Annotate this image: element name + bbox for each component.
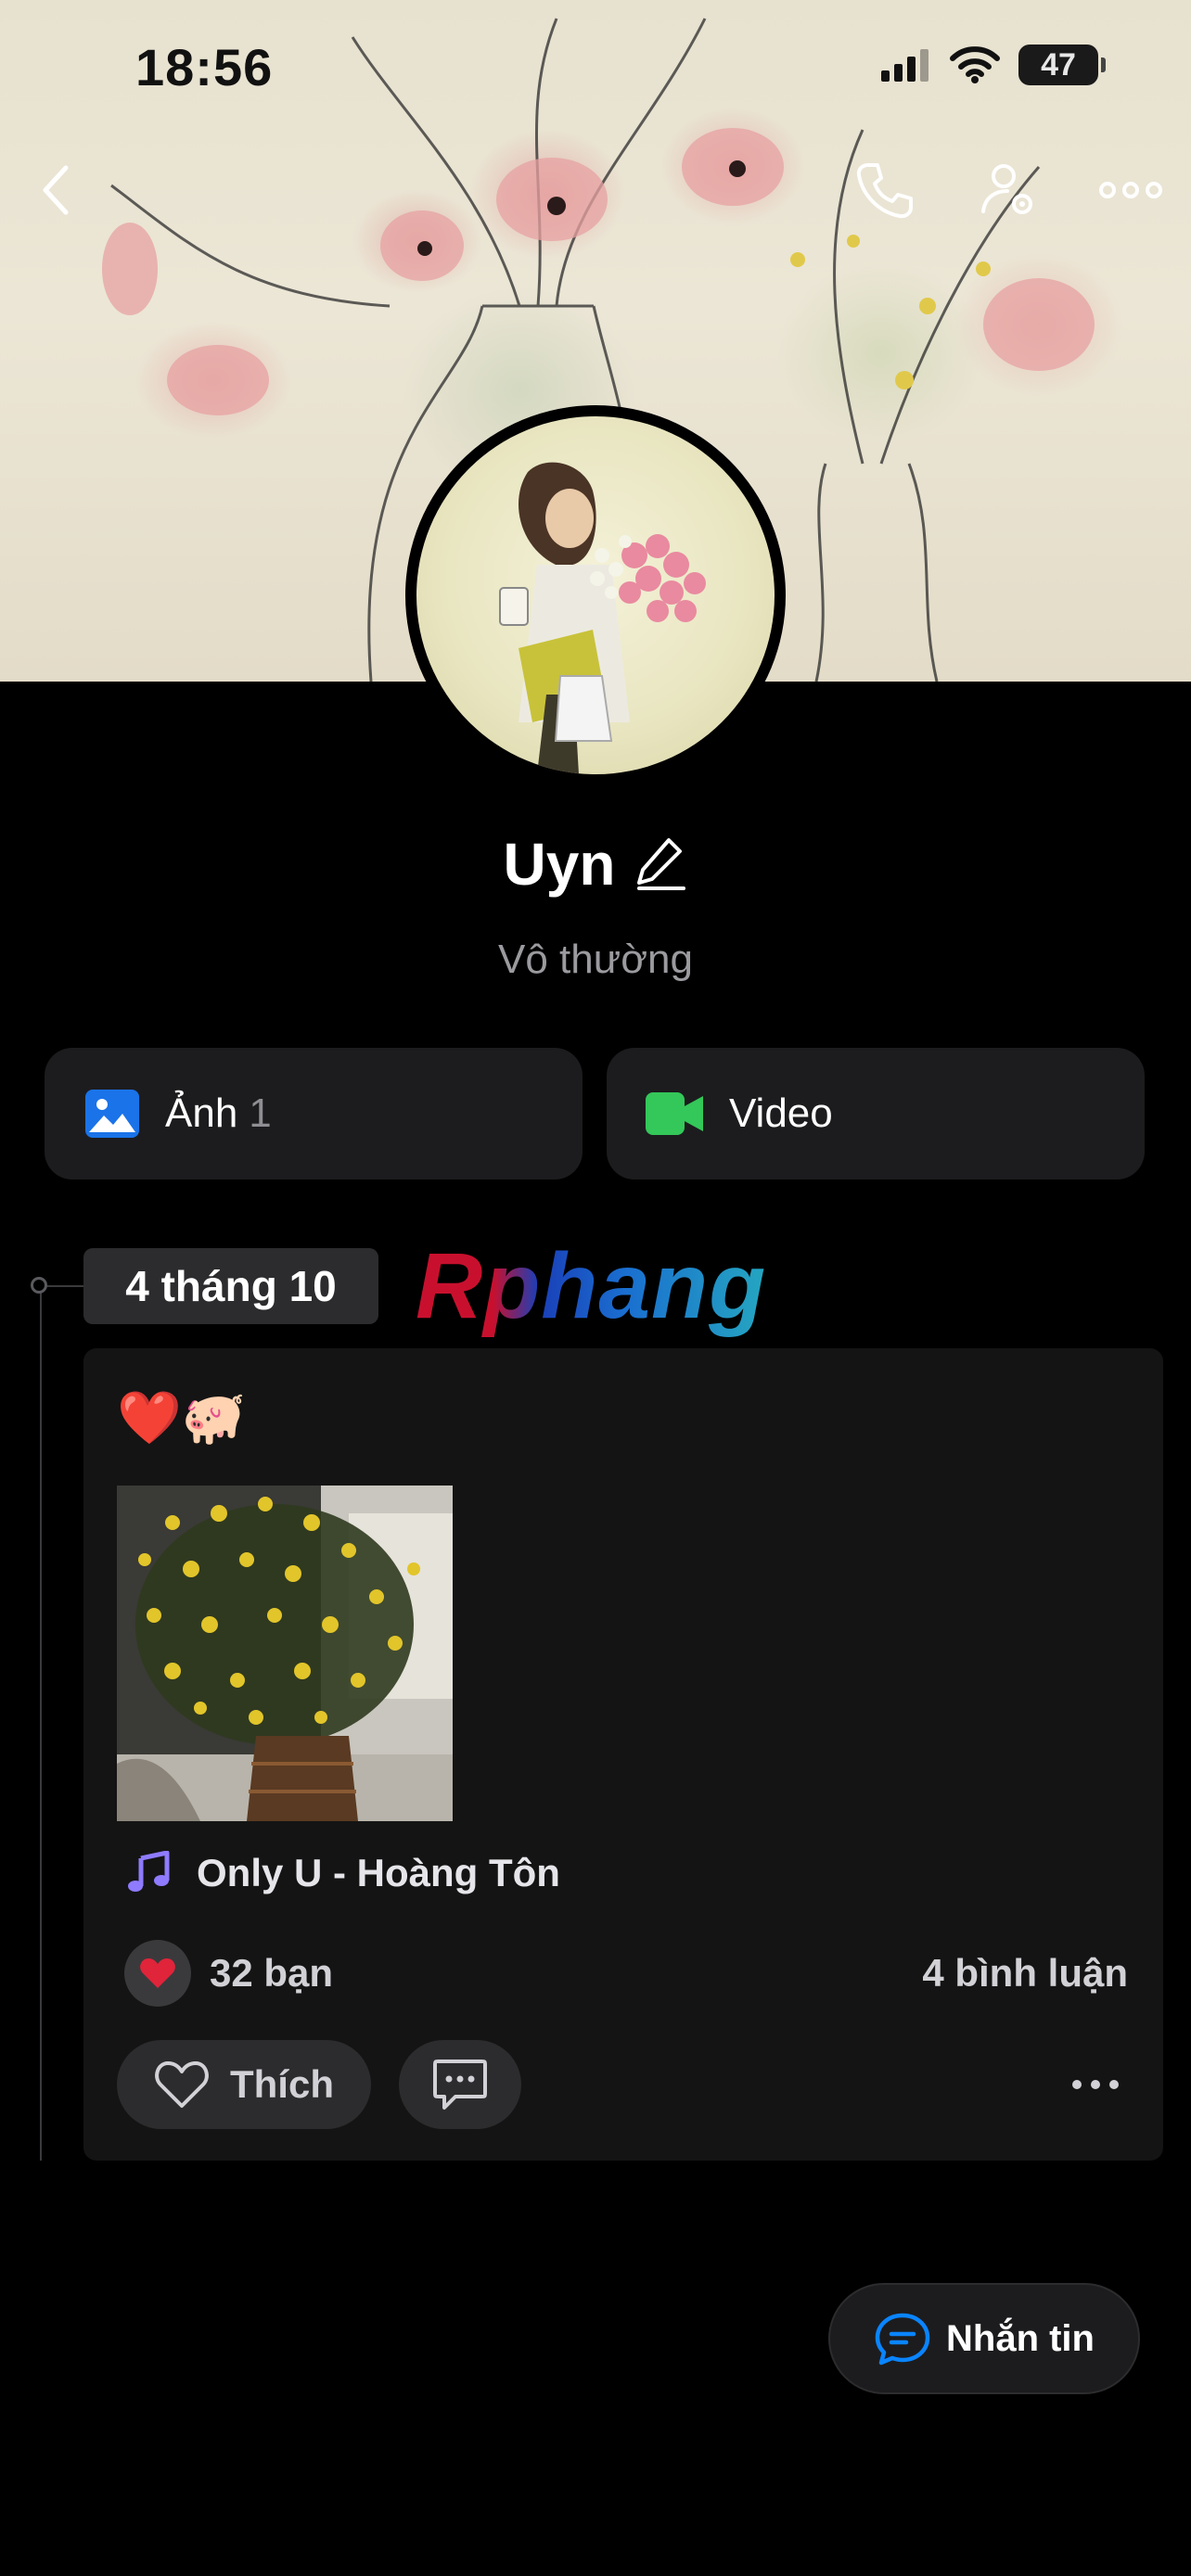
photos-count: 1 — [249, 1090, 272, 1136]
comment-button[interactable] — [399, 2040, 521, 2129]
music-note-icon — [128, 1851, 170, 1892]
likes-summary[interactable]: 32 bạn — [124, 1940, 333, 2007]
comment-bubble-icon — [433, 2060, 487, 2110]
music-title: Only U - Hoàng Tôn — [197, 1851, 560, 1894]
pencil-icon — [637, 837, 686, 890]
like-button[interactable]: Thích — [117, 2040, 371, 2129]
battery-indicator: 47 — [1018, 45, 1106, 85]
status-time: 18:56 — [135, 38, 274, 96]
wifi-icon — [950, 46, 1000, 83]
profile-bio: Vô thường — [498, 937, 693, 982]
post-card: ❤️🐖 Only U - Hoàng Tôn 32 bạn 4 bình luậ… — [83, 1348, 1163, 2161]
back-button[interactable] — [24, 158, 89, 223]
more-options-button[interactable] — [1098, 158, 1163, 223]
timeline-line — [40, 1289, 42, 2161]
post-photo[interactable] — [117, 1486, 453, 1821]
chat-icon — [875, 2313, 930, 2366]
video-icon — [646, 1092, 703, 1135]
cellular-signal-icon — [881, 49, 928, 82]
chevron-left-icon — [43, 165, 69, 215]
profile-settings-button[interactable] — [978, 158, 1043, 223]
post-caption: ❤️🐖 — [117, 1388, 247, 1447]
post-music[interactable]: Only U - Hoàng Tôn — [126, 1851, 560, 1895]
post-stats: 32 bạn 4 bình luận — [124, 1940, 1128, 2007]
message-button[interactable]: Nhắn tin — [828, 2283, 1140, 2394]
like-label: Thích — [230, 2062, 334, 2106]
message-label: Nhắn tin — [946, 2317, 1095, 2359]
profile-name-row: Uyn — [0, 830, 1191, 899]
avatar-image — [416, 416, 775, 774]
user-settings-icon — [981, 164, 1032, 214]
watermark-logo: Rphang — [416, 1234, 767, 1338]
videos-button[interactable]: Video — [607, 1048, 1145, 1180]
post-more-button[interactable] — [1063, 2057, 1128, 2112]
likes-count: 32 bạn — [210, 1951, 334, 1995]
avatar-illustration — [499, 462, 706, 774]
videos-label: Video — [729, 1090, 833, 1136]
avatar[interactable] — [405, 405, 786, 785]
call-button[interactable] — [852, 158, 916, 223]
photos-button[interactable]: Ảnh 1 — [45, 1048, 583, 1180]
post-photo-image — [117, 1486, 453, 1821]
photo-icon — [85, 1090, 139, 1138]
heart-icon — [140, 1958, 175, 1988]
timeline-date: 4 tháng 10 — [83, 1248, 378, 1324]
status-bar: 18:56 47 — [0, 0, 1191, 139]
profile-name: Uyn — [503, 831, 616, 898]
status-icons: 47 — [881, 45, 1106, 85]
photos-label: Ảnh — [165, 1090, 238, 1136]
ellipsis-icon — [1099, 182, 1162, 198]
timeline-connector — [47, 1285, 84, 1287]
phone-icon — [856, 163, 913, 219]
edit-name-button[interactable] — [635, 835, 687, 895]
post-actions: Thích — [117, 2040, 1128, 2129]
ellipsis-icon — [1072, 2080, 1119, 2089]
heart-outline-icon — [155, 2061, 209, 2108]
heart-reaction-icon — [124, 1940, 191, 2007]
comments-count[interactable]: 4 bình luận — [922, 1951, 1128, 1996]
timeline-dot — [31, 1277, 47, 1294]
